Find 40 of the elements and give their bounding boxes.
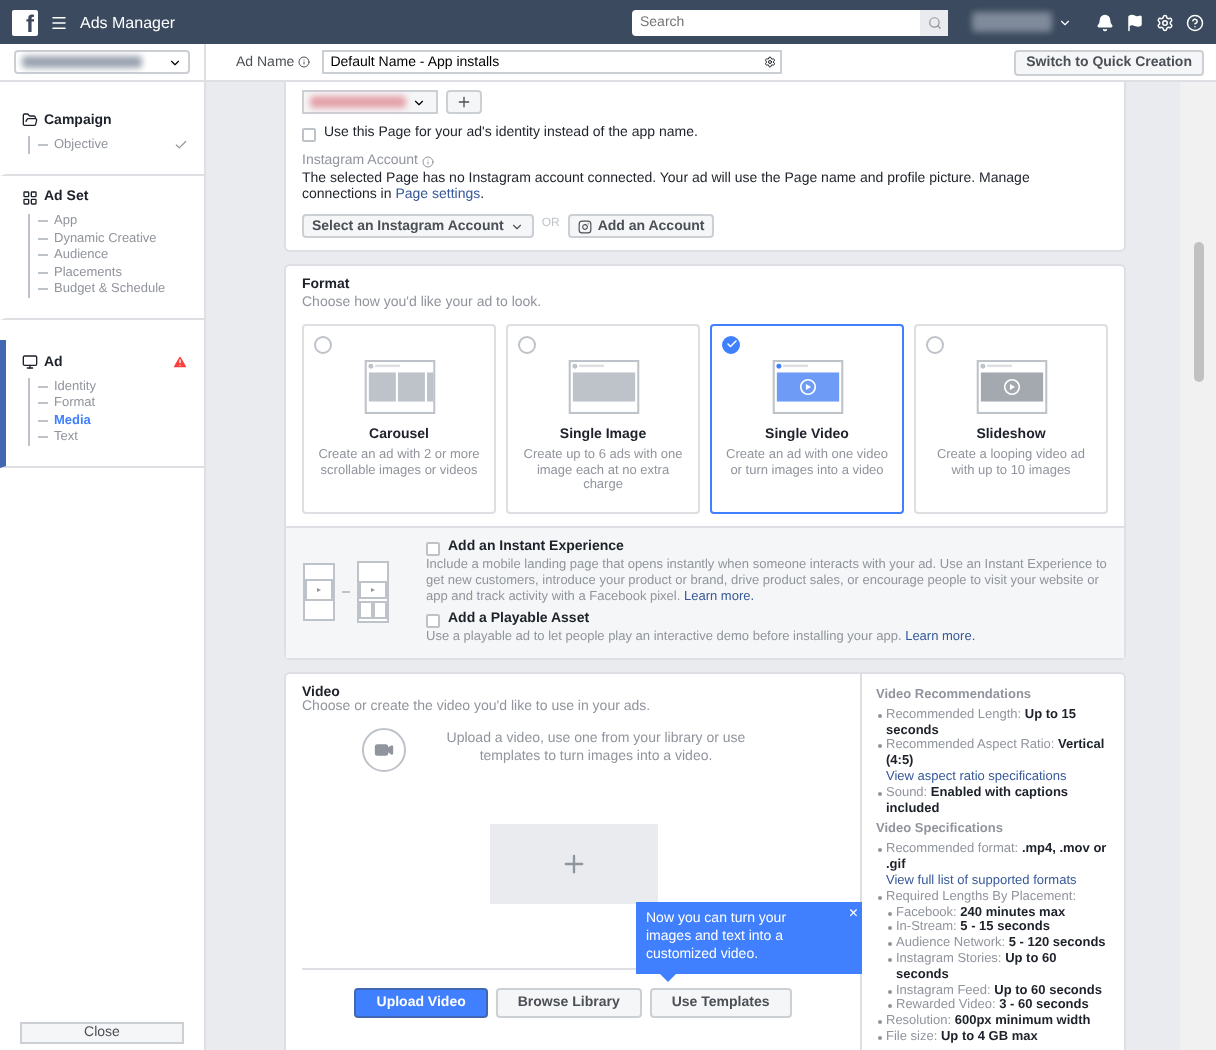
blurred-placeholder xyxy=(310,96,406,108)
format-preview-icon xyxy=(771,359,843,414)
checkbox[interactable] xyxy=(302,127,316,142)
radio-button[interactable] xyxy=(518,335,536,354)
search-icon xyxy=(927,15,941,29)
checkbox[interactable] xyxy=(426,613,440,628)
account-dropdown[interactable] xyxy=(14,50,190,74)
scrollbar-thumb[interactable] xyxy=(1193,242,1203,382)
page-dropdown[interactable] xyxy=(302,90,438,114)
caret-icon xyxy=(168,55,182,69)
radio-button[interactable] xyxy=(926,335,944,354)
close-button[interactable]: × xyxy=(848,905,858,922)
radio-button[interactable] xyxy=(314,335,332,354)
grid-icon xyxy=(22,189,38,205)
checkbox[interactable] xyxy=(426,541,440,556)
video-camera-icon xyxy=(362,727,406,771)
caret-icon[interactable] xyxy=(1058,15,1072,29)
caret-icon xyxy=(412,95,426,109)
format-preview-icon xyxy=(975,359,1047,414)
flag-icon[interactable] xyxy=(1126,13,1144,31)
monitor-icon xyxy=(22,354,38,370)
folder-icon xyxy=(22,112,38,128)
logo[interactable]: f xyxy=(12,9,38,35)
plus-icon xyxy=(559,849,587,877)
search-button[interactable] xyxy=(920,9,948,35)
info-icon xyxy=(298,56,311,68)
format-preview-icon xyxy=(567,359,639,414)
plus-icon xyxy=(456,94,472,110)
caret-icon xyxy=(509,219,524,233)
radio-button[interactable] xyxy=(722,335,740,354)
app-title: Ads Manager xyxy=(80,13,176,31)
add-page-button[interactable] xyxy=(446,90,482,114)
settings-icon[interactable] xyxy=(764,56,777,68)
help-icon[interactable] xyxy=(1186,13,1204,31)
bell-icon[interactable] xyxy=(1096,13,1114,31)
format-preview-icon xyxy=(363,359,435,414)
instagram-icon xyxy=(577,219,592,233)
menu-icon[interactable] xyxy=(50,13,68,31)
info-icon xyxy=(421,156,434,169)
blurred-placeholder xyxy=(22,56,142,68)
